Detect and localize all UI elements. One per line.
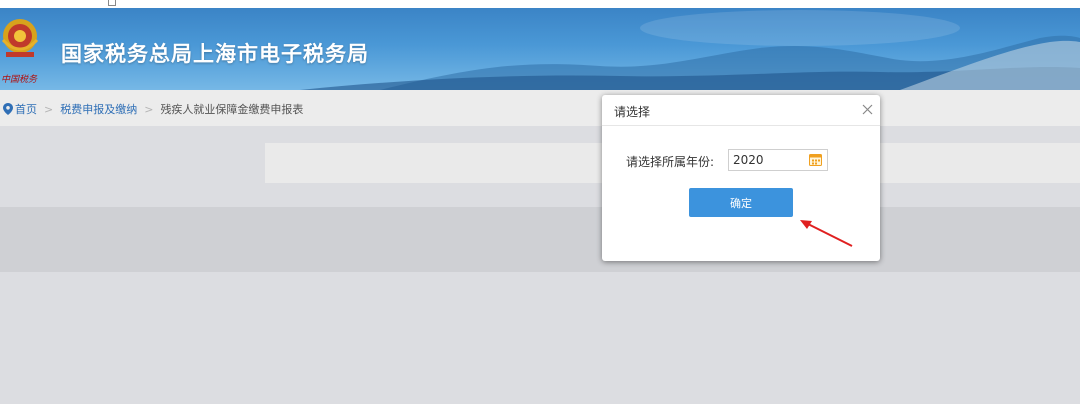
red-annotation-arrow <box>800 220 853 247</box>
year-field-label: 请选择所属年份: <box>626 155 715 169</box>
breadcrumb-separator: > <box>144 102 154 116</box>
site-header-banner: 中国税务 国家税务总局上海市电子税务局 <box>0 8 1080 90</box>
svg-text:中国税务: 中国税务 <box>1 74 38 84</box>
top-strip-mark <box>108 0 116 6</box>
close-icon[interactable] <box>862 104 873 115</box>
dialog-header: 请选择 <box>602 95 880 126</box>
breadcrumb-tax-filing-link[interactable]: 税费申报及缴纳 <box>60 101 137 117</box>
site-title: 国家税务总局上海市电子税务局 <box>61 42 369 66</box>
breadcrumb-separator: > <box>44 102 54 116</box>
confirm-button[interactable]: 确定 <box>689 188 793 217</box>
location-pin-icon <box>3 103 13 115</box>
breadcrumb-bar: 首页 > 税费申报及缴纳 > 残疾人就业保障金缴费申报表 <box>0 90 1080 126</box>
breadcrumb-current-page: 残疾人就业保障金缴费申报表 <box>160 103 304 116</box>
browser-top-strip <box>0 0 1080 8</box>
breadcrumb-home-link[interactable]: 首页 <box>15 101 37 117</box>
calendar-icon[interactable] <box>809 153 822 166</box>
tax-emblem-icon: 中国税务 <box>1 19 39 84</box>
dialog-title: 请选择 <box>614 105 651 119</box>
breadcrumb: 首页 > 税费申报及缴纳 > 残疾人就业保障金缴费申报表 <box>3 101 303 117</box>
content-panel-band <box>0 207 1080 272</box>
